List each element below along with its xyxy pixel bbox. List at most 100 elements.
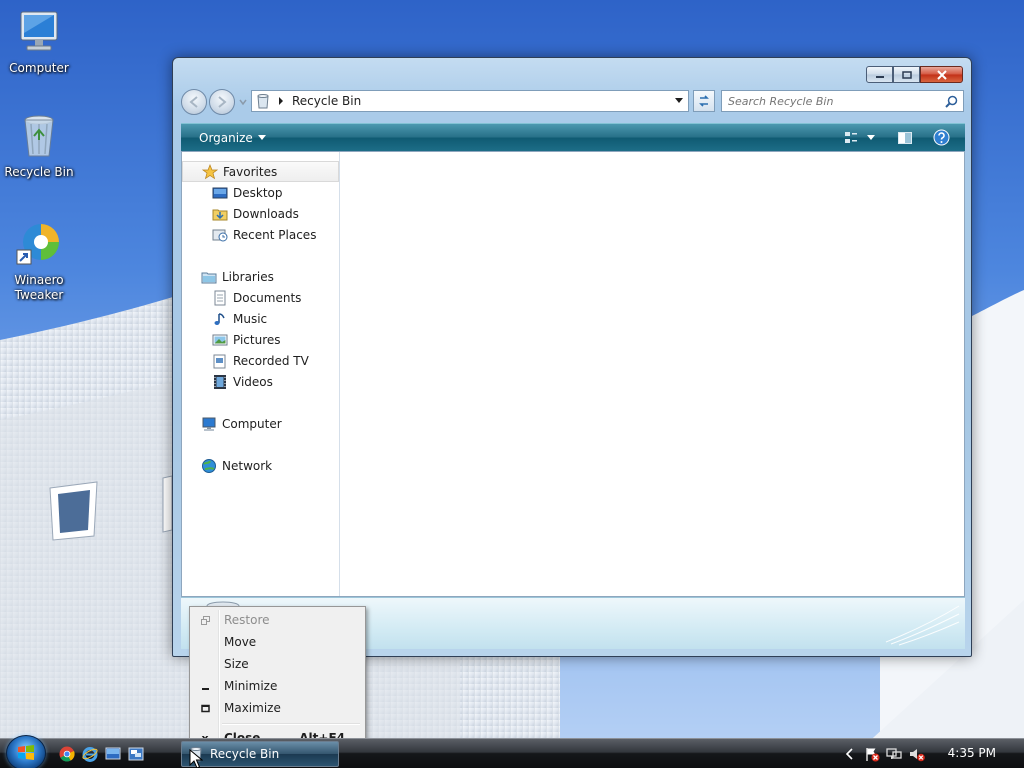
explorer-window[interactable]: Recycle Bin Organize: [172, 57, 972, 657]
start-button[interactable]: [6, 735, 46, 768]
winaero-tweaker-icon: [16, 224, 59, 265]
breadcrumb-recycle-bin[interactable]: Recycle Bin: [292, 94, 361, 108]
search-box[interactable]: [721, 90, 964, 112]
restore-icon: [200, 615, 210, 625]
nav-downloads[interactable]: Downloads: [182, 203, 339, 224]
maximize-window-button[interactable]: [893, 66, 920, 83]
menu-item-minimize[interactable]: Minimize: [192, 675, 363, 697]
nav-recent-places[interactable]: Recent Places: [182, 224, 339, 245]
network-icon: [202, 458, 216, 473]
downloads-folder-icon: [212, 209, 228, 220]
volume-muted-icon[interactable]: [909, 746, 925, 762]
caption-buttons: [866, 66, 963, 83]
network-status-icon[interactable]: [886, 746, 902, 762]
nav-libraries[interactable]: Libraries: [182, 266, 339, 287]
menu-item-label: Move: [224, 635, 257, 649]
taskbar-clock[interactable]: 4:35 PM: [948, 746, 996, 760]
views-dropdown-icon[interactable]: [867, 135, 875, 141]
search-input[interactable]: [728, 94, 928, 108]
menu-item-move[interactable]: Move: [192, 631, 363, 653]
recorded-tv-icon: [213, 354, 226, 368]
show-hidden-icons-icon[interactable]: [842, 746, 858, 762]
taskbar: Recycle Bin 4:35 PM: [0, 735, 1024, 768]
menu-item-size[interactable]: Size: [192, 653, 363, 675]
desktop-icon-winaero-tweaker[interactable]: Winaero Tweaker: [0, 220, 78, 303]
nav-label: Recorded TV: [233, 353, 309, 368]
help-icon[interactable]: [933, 129, 950, 146]
music-icon: [214, 312, 225, 325]
nav-label: Downloads: [233, 206, 299, 221]
computer-small-icon: [202, 417, 216, 431]
nav-label: Videos: [233, 374, 273, 389]
address-bar[interactable]: Recycle Bin: [251, 90, 689, 112]
forward-button[interactable]: [209, 89, 235, 115]
menu-item-label: Restore: [224, 613, 270, 627]
nav-label: Recent Places: [233, 227, 317, 242]
maximize-icon: [901, 70, 912, 79]
navigation-bar: Recycle Bin: [181, 88, 964, 116]
nav-music[interactable]: Music: [182, 308, 339, 329]
nav-pictures[interactable]: Pictures: [182, 329, 339, 350]
back-arrow-icon: [189, 96, 198, 108]
nav-computer[interactable]: Computer: [182, 413, 339, 434]
menu-item-maximize[interactable]: Maximize: [192, 697, 363, 719]
menu-item-label: Maximize: [224, 701, 281, 715]
videos-icon: [214, 374, 226, 389]
chrome-icon[interactable]: [59, 746, 75, 762]
content-area[interactable]: Favorites Desktop Downloads Recent Place…: [181, 151, 965, 597]
close-window-button[interactable]: [920, 66, 963, 83]
switch-windows-icon[interactable]: [128, 746, 144, 762]
menu-item-restore[interactable]: Restore: [192, 609, 363, 631]
refresh-icon: [699, 95, 709, 107]
breadcrumb-arrow-icon[interactable]: [278, 97, 284, 105]
taskbar-button-recycle-bin[interactable]: Recycle Bin: [181, 741, 339, 767]
recent-places-icon: [212, 229, 228, 241]
recent-pages-chevron-icon[interactable]: [238, 97, 248, 107]
maximize-icon: [200, 704, 210, 712]
refresh-button[interactable]: [693, 90, 715, 112]
show-desktop-icon[interactable]: [105, 746, 121, 762]
menu-item-label: Minimize: [224, 679, 278, 693]
libraries-icon: [201, 272, 217, 283]
desktop-icon-recycle-bin[interactable]: Recycle Bin: [0, 112, 78, 179]
nav-label: Pictures: [233, 332, 281, 347]
nav-label: Favorites: [223, 164, 278, 179]
windows-logo-icon: [18, 745, 34, 760]
nav-recorded-tv[interactable]: Recorded TV: [182, 350, 339, 371]
star-icon: [202, 163, 218, 179]
nav-label: Music: [233, 311, 268, 326]
search-icon[interactable]: [945, 95, 958, 108]
chevron-down-icon: [257, 134, 266, 140]
details-pane-decoration: [885, 605, 960, 646]
nav-label: Desktop: [233, 185, 283, 200]
address-dropdown-icon[interactable]: [675, 98, 683, 104]
notification-area: 4:35 PM: [834, 739, 1024, 768]
back-button[interactable]: [181, 89, 207, 115]
nav-documents[interactable]: Documents: [182, 287, 339, 308]
nav-favorites[interactable]: Favorites: [182, 161, 339, 182]
desktop-folder-icon: [212, 187, 228, 198]
menu-item-label: Size: [224, 657, 249, 671]
preview-pane-icon[interactable]: [897, 130, 913, 146]
desktop-icon-computer[interactable]: Computer: [0, 8, 78, 75]
nav-network[interactable]: Network: [182, 455, 339, 476]
nav-desktop[interactable]: Desktop: [182, 182, 339, 203]
nav-videos[interactable]: Videos: [182, 371, 339, 392]
view-options-icon[interactable]: [843, 130, 859, 146]
menu-separator: [222, 723, 360, 725]
command-toolbar: Organize: [181, 123, 965, 151]
internet-explorer-icon[interactable]: [82, 746, 98, 762]
recycle-bin-icon: [24, 115, 54, 157]
nav-label: Network: [222, 458, 273, 473]
navigation-pane: Favorites Desktop Downloads Recent Place…: [182, 152, 340, 596]
nav-label: Documents: [233, 290, 302, 305]
taskbar-button-label: Recycle Bin: [210, 747, 280, 761]
minimize-window-button[interactable]: [866, 66, 893, 83]
nav-label: Computer: [222, 416, 282, 431]
minimize-icon: [201, 687, 209, 690]
mouse-cursor-icon: [189, 749, 203, 768]
organize-button[interactable]: Organize: [199, 131, 266, 145]
organize-label: Organize: [199, 130, 253, 145]
action-center-icon[interactable]: [864, 746, 880, 762]
pictures-icon: [212, 334, 228, 345]
